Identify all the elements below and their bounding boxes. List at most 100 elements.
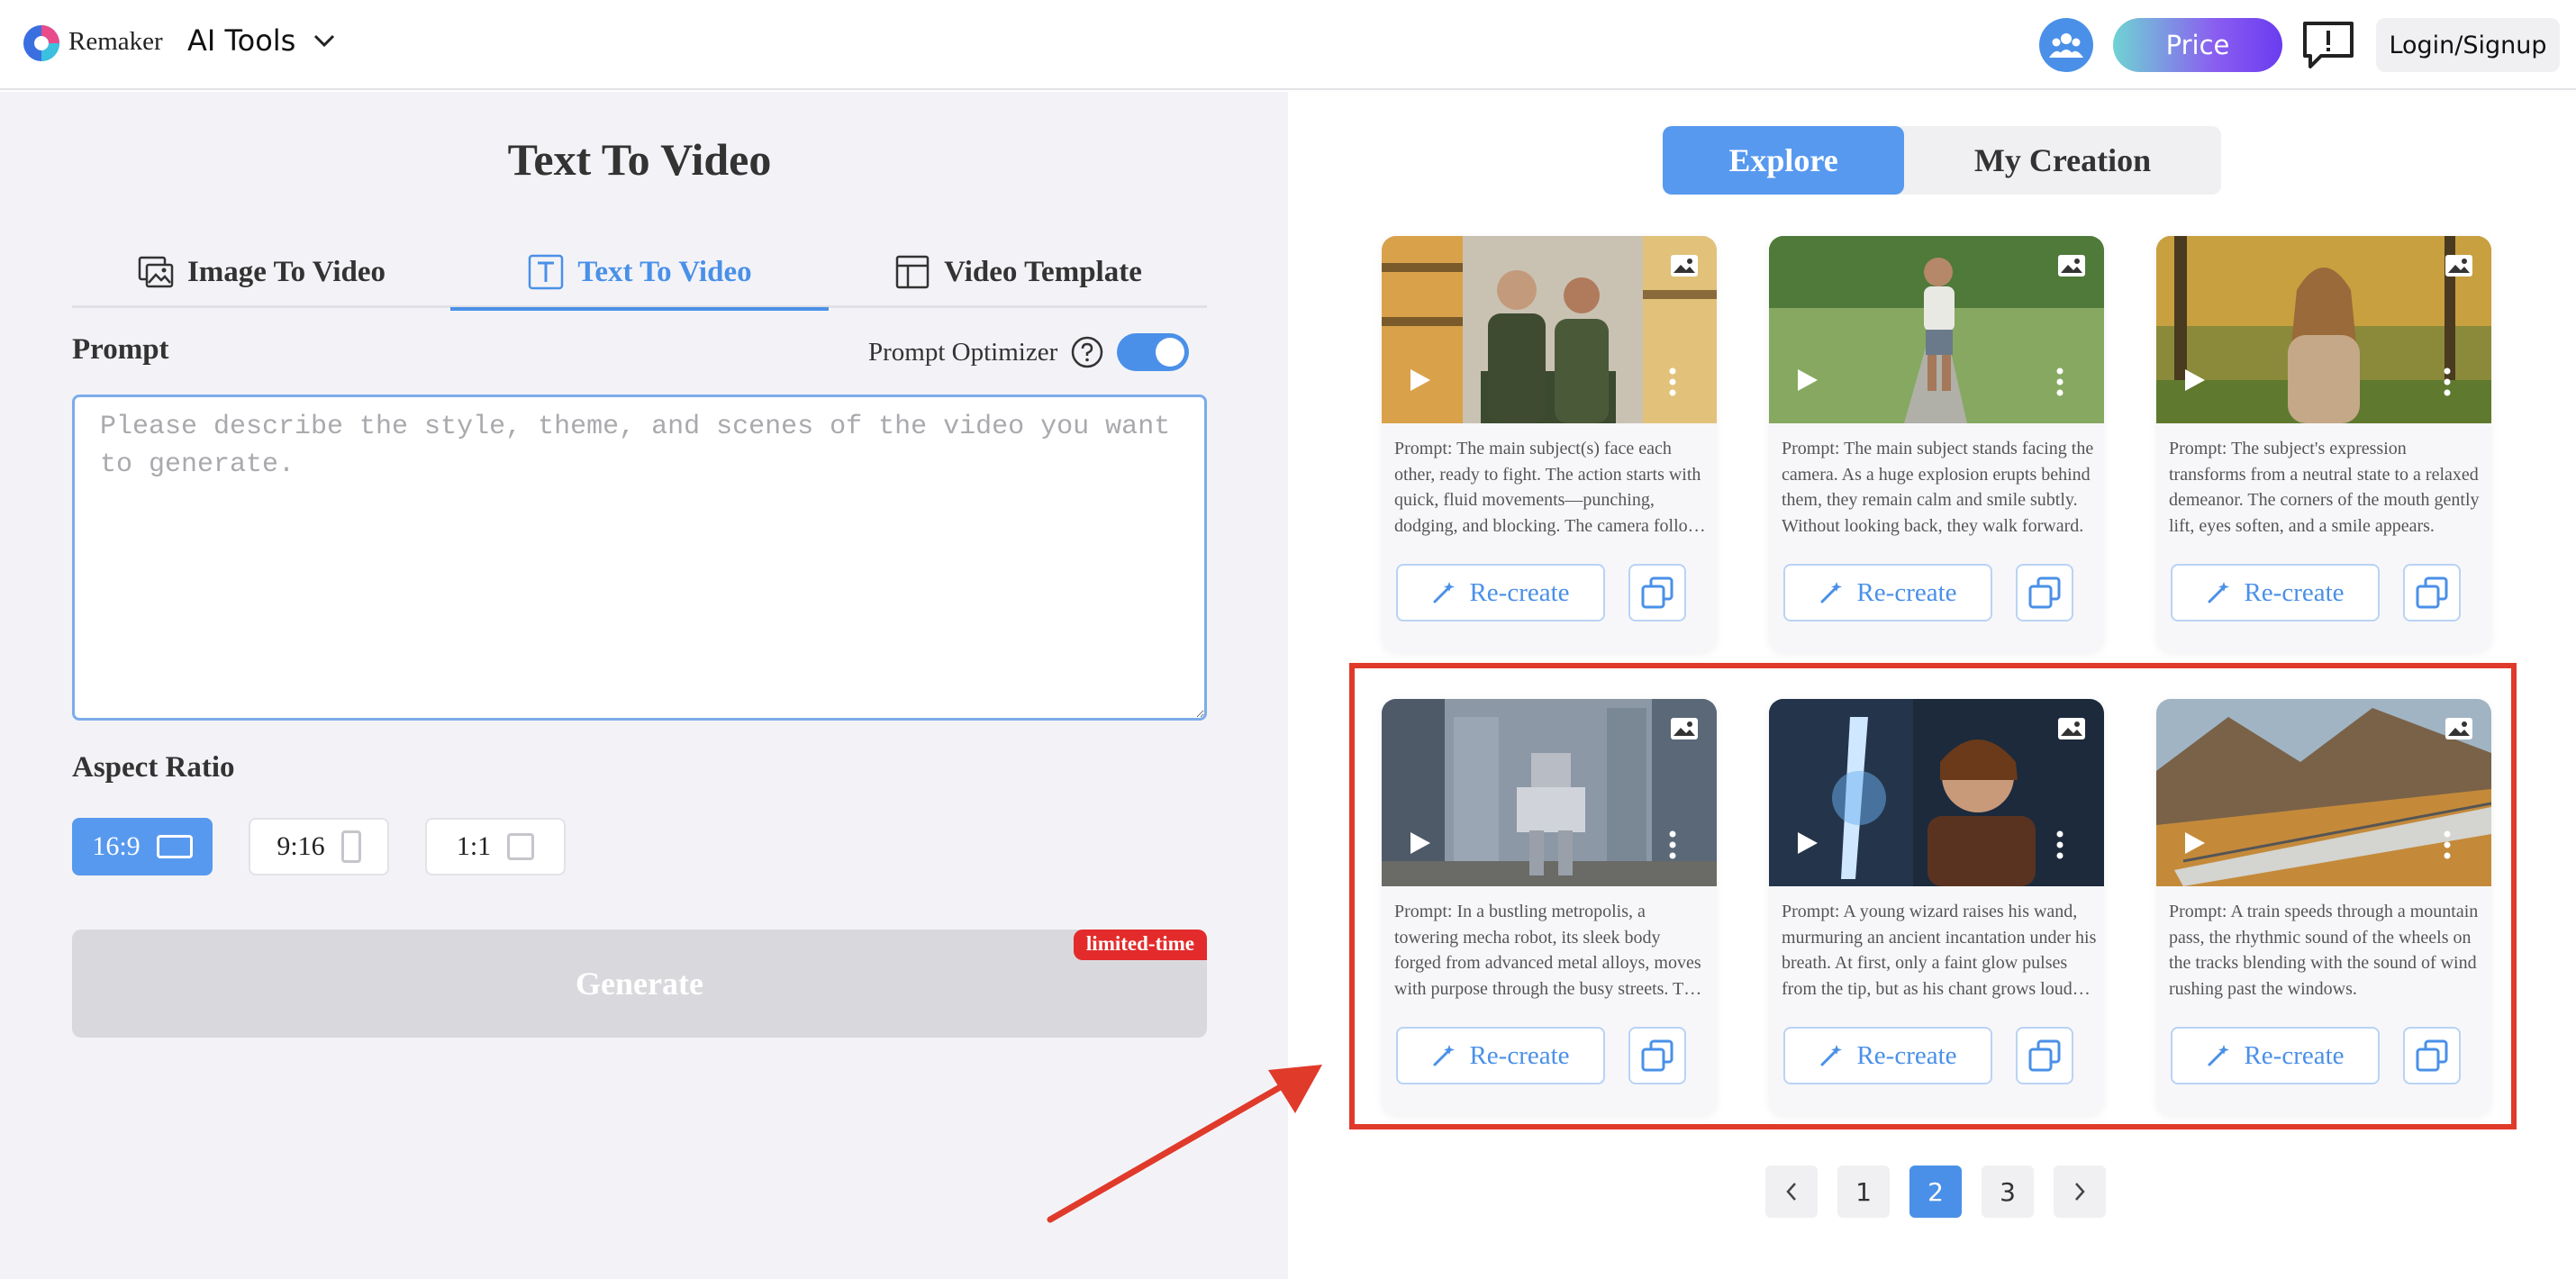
play-icon[interactable] xyxy=(2183,367,2207,393)
card-prompt-text: Prompt: The main subject(s) face each ot… xyxy=(1394,439,1708,536)
prompt-textarea[interactable] xyxy=(72,395,1207,721)
recreate-label: Re-create xyxy=(2244,577,2345,607)
magic-wand-icon xyxy=(2208,1045,2230,1066)
generate-label: Generate xyxy=(576,966,703,1002)
video-thumbnail[interactable] xyxy=(1382,236,1717,423)
recreate-button[interactable]: Re-create xyxy=(1783,564,1992,621)
tab-label: Video Template xyxy=(944,255,1142,288)
recreate-button[interactable]: Re-create xyxy=(1396,1027,1605,1084)
generate-button[interactable]: Generate limited-time xyxy=(72,930,1207,1038)
optimizer-label: Prompt Optimizer xyxy=(868,337,1058,367)
ratio-label: 1:1 xyxy=(456,831,492,861)
recreate-label: Re-create xyxy=(1856,1040,1957,1070)
more-vertical-icon[interactable] xyxy=(2055,830,2064,859)
tab-video-template[interactable]: Video Template xyxy=(829,236,1207,308)
video-card: Prompt: A young wizard raises his wand, … xyxy=(1769,699,2104,1115)
play-icon[interactable] xyxy=(2183,830,2207,856)
next-page-button[interactable] xyxy=(2054,1166,2106,1218)
magic-wand-icon xyxy=(1433,582,1456,603)
copy-prompt-button[interactable] xyxy=(2016,564,2073,621)
play-icon[interactable] xyxy=(1796,367,1819,393)
ratio-16-9-button[interactable]: 16:9 xyxy=(72,818,213,875)
optimizer-toggle[interactable] xyxy=(1117,333,1190,371)
community-users-icon xyxy=(2049,33,2083,58)
recreate-button[interactable]: Re-create xyxy=(1396,564,1605,621)
ai-tools-menu[interactable]: AI Tools xyxy=(187,23,337,58)
recreate-label: Re-create xyxy=(2244,1040,2345,1070)
copy-prompt-button[interactable] xyxy=(2403,564,2461,621)
copy-icon xyxy=(1641,1039,1673,1072)
copy-icon xyxy=(1641,576,1673,609)
video-thumbnail[interactable] xyxy=(1382,699,1717,886)
tab-label: Image To Video xyxy=(186,255,386,288)
video-thumbnail[interactable] xyxy=(2156,699,2491,886)
tab-image-to-video[interactable]: Image To Video xyxy=(72,236,450,308)
recreate-button[interactable]: Re-create xyxy=(2171,564,2380,621)
image-badge-icon xyxy=(2445,718,2472,739)
card-prompt-text: Prompt: The main subject stands facing t… xyxy=(1782,439,2094,536)
mode-tabs: Image To Video Text To Video Video Templ… xyxy=(72,236,1207,311)
more-vertical-icon[interactable] xyxy=(2443,830,2452,859)
thumbnail-scene xyxy=(1769,236,2104,423)
square-ratio-icon xyxy=(507,833,535,860)
top-header: Remaker AI Tools Price Login/Signup xyxy=(0,0,2576,90)
thumbnail-scene xyxy=(1382,236,1717,423)
prev-page-button[interactable] xyxy=(1765,1166,1818,1218)
card-prompt-text: Prompt: A train speeds through a mountai… xyxy=(2169,902,2479,999)
magic-wand-icon xyxy=(1820,582,1843,603)
page-3-button[interactable]: 3 xyxy=(1982,1166,2034,1218)
tab-explore[interactable]: Explore xyxy=(1663,126,1904,195)
copy-prompt-button[interactable] xyxy=(2016,1027,2073,1084)
tab-text-to-video[interactable]: Text To Video xyxy=(450,236,829,311)
remaker-logo-icon[interactable] xyxy=(22,23,61,63)
recreate-button[interactable]: Re-create xyxy=(1783,1027,1992,1084)
chevron-left-icon xyxy=(1786,1183,1796,1201)
page-title: Text To Video xyxy=(507,134,772,185)
copy-prompt-button[interactable] xyxy=(2403,1027,2461,1084)
login-signup-button[interactable]: Login/Signup xyxy=(2376,18,2560,72)
video-thumbnail[interactable] xyxy=(1769,699,2104,886)
thumbnail-scene xyxy=(1769,699,2104,886)
tab-my-creation[interactable]: My Creation xyxy=(1904,126,2221,195)
page-2-button[interactable]: 2 xyxy=(1909,1166,1962,1218)
thumbnail-scene xyxy=(1382,699,1717,886)
ratio-9-16-button[interactable]: 9:16 xyxy=(249,818,389,875)
feedback-button[interactable] xyxy=(2300,18,2356,72)
thumbnail-scene xyxy=(2156,699,2491,886)
magic-wand-icon xyxy=(1820,1045,1843,1066)
toggle-knob xyxy=(1156,338,1185,367)
view-switch: Explore My Creation xyxy=(1663,126,2221,195)
play-icon[interactable] xyxy=(1409,830,1432,856)
image-badge-icon xyxy=(2445,255,2472,277)
more-vertical-icon[interactable] xyxy=(2443,367,2452,396)
brand-name[interactable]: Remaker xyxy=(68,27,163,57)
recreate-label: Re-create xyxy=(1856,577,1957,607)
ai-tools-label: AI Tools xyxy=(187,23,296,58)
play-icon[interactable] xyxy=(1796,830,1819,856)
price-button[interactable]: Price xyxy=(2113,18,2282,72)
template-layout-icon xyxy=(895,255,930,289)
more-vertical-icon[interactable] xyxy=(1668,367,1677,396)
recreate-button[interactable]: Re-create xyxy=(2171,1027,2380,1084)
image-badge-icon xyxy=(2058,718,2085,739)
video-thumbnail[interactable] xyxy=(2156,236,2491,423)
page-1-button[interactable]: 1 xyxy=(1837,1166,1890,1218)
image-badge-icon xyxy=(2058,255,2085,277)
card-prompt-text: Prompt: The subject's expression transfo… xyxy=(2169,439,2480,536)
image-badge-icon xyxy=(1671,255,1698,277)
help-question-icon[interactable] xyxy=(1070,335,1104,369)
community-button[interactable] xyxy=(2039,18,2093,72)
more-vertical-icon[interactable] xyxy=(2055,367,2064,396)
ratio-label: 16:9 xyxy=(92,831,141,861)
video-thumbnail[interactable] xyxy=(1769,236,2104,423)
magic-wand-icon xyxy=(2208,582,2230,603)
more-vertical-icon[interactable] xyxy=(1668,830,1677,859)
video-card: Prompt: In a bustling metropolis, a towe… xyxy=(1382,699,1717,1115)
ratio-1-1-button[interactable]: 1:1 xyxy=(425,818,566,875)
video-card: Prompt: The subject's expression transfo… xyxy=(2156,236,2491,652)
ratio-label: 9:16 xyxy=(277,831,325,861)
copy-prompt-button[interactable] xyxy=(1628,1027,1686,1084)
play-icon[interactable] xyxy=(1409,367,1432,393)
magic-wand-icon xyxy=(1433,1045,1456,1066)
copy-prompt-button[interactable] xyxy=(1628,564,1686,621)
